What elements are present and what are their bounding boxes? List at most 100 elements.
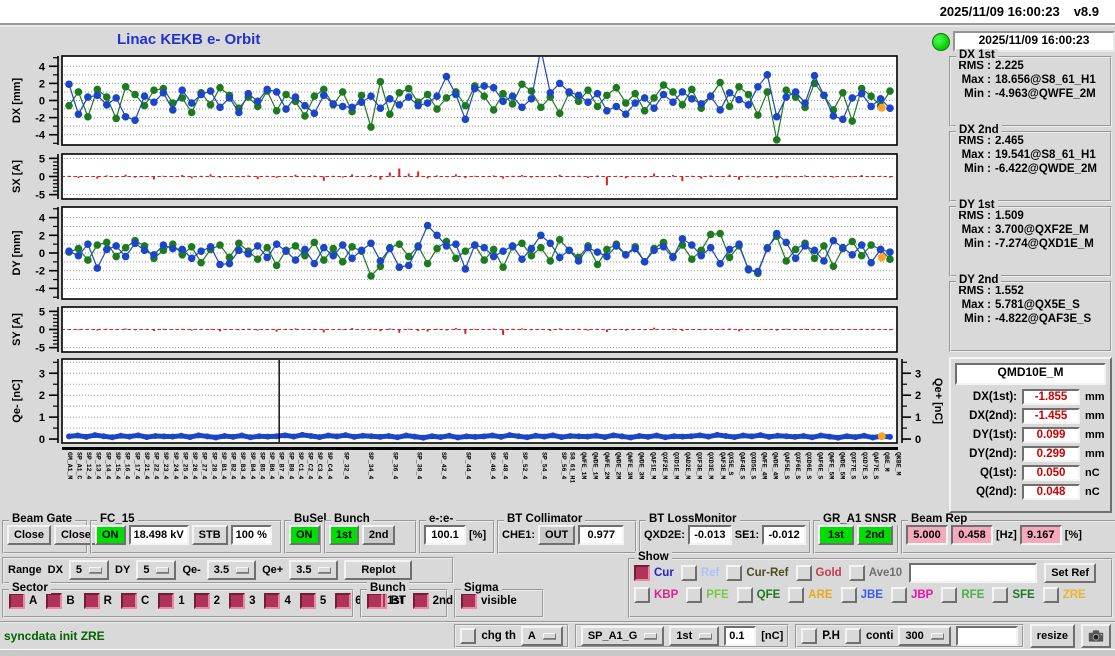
range-dx-label: DX (47, 564, 63, 576)
dx1-label: DX(1st): (972, 391, 1017, 403)
bunch-1st-label: 1st (387, 595, 404, 607)
screenshot-button[interactable] (1081, 624, 1111, 648)
show-Ave10-checkbox[interactable] (848, 565, 865, 581)
bpm-label: QAF5E_S (782, 452, 790, 480)
points-select[interactable]: 300 (898, 626, 951, 646)
range-qep-label: Qe+ (262, 564, 284, 576)
window-bottom-edge (0, 649, 1115, 656)
threshold-input[interactable] (724, 626, 757, 646)
min-label: Min : (964, 238, 991, 250)
gr-a1-1st-button[interactable]: 1st (818, 525, 854, 545)
bpm-label: QAF1E_M (649, 452, 657, 480)
show-RFE-checkbox[interactable] (941, 587, 958, 603)
extra-input[interactable] (955, 626, 1018, 646)
show-Cur-checkbox[interactable] (634, 565, 650, 581)
sp-select[interactable]: SP_A1_G (580, 626, 665, 646)
dy-plot[interactable]: 4 2 0 -2 -4 DY [mm] (0, 205, 945, 307)
show-QFE-checkbox[interactable] (736, 587, 753, 603)
beam-gate-close-button-1[interactable]: Close (7, 525, 51, 545)
bpm-label: SP_26_4 (191, 452, 199, 480)
show-Gold-checkbox[interactable] (795, 565, 812, 581)
bunch-2nd-button[interactable]: 2nd (361, 525, 396, 545)
chg-th-select[interactable]: A (520, 626, 563, 646)
svg-text:Qe- [nC]: Qe- [nC] (11, 379, 23, 423)
range-dy-select[interactable]: 5 (136, 560, 177, 580)
sx-plot[interactable]: 5 0 -5 SX [A] (0, 152, 945, 207)
q2-label: Q(2nd): (976, 486, 1017, 498)
option-menu-icon (156, 567, 170, 573)
qe-plot[interactable]: 3 2 1 0 Qe- [nC] 3 2 1 0 Qe+ [nC] (0, 357, 945, 451)
option-menu-icon (542, 633, 556, 639)
bpm-label: QXD3E_M (707, 452, 715, 480)
stats-dx-2nd: DX 2nd RMS : 2.465 Max : 19.541@S8_61_H1 M… (949, 124, 1112, 202)
bpm-label: SP_23_4 (162, 452, 170, 480)
show-PFE-label: PFE (706, 589, 729, 601)
che1-out-button[interactable]: OUT (538, 525, 576, 545)
conti-checkbox[interactable] (844, 628, 861, 644)
show-Ref-checkbox[interactable] (680, 565, 697, 581)
show-SFE-checkbox[interactable] (992, 587, 1009, 603)
bpm-label: QWFE_5M (827, 452, 835, 480)
sp-bunch-select[interactable]: 1st (669, 626, 720, 646)
sector-6-checkbox[interactable] (335, 593, 352, 609)
max-value: 3.700@QXF2E_M (995, 224, 1089, 236)
show-Cur-Ref-checkbox[interactable] (726, 565, 743, 581)
bpm-label: SP_C1_4 (296, 452, 304, 480)
bpm-label: SP_C3_4 (316, 452, 324, 480)
bunch-2nd-checkbox[interactable] (412, 593, 429, 609)
gr-a1-2nd-button[interactable]: 2nd (857, 525, 893, 545)
show-QFE-item: QFE (736, 587, 780, 603)
sy-plot[interactable]: 5 0 -5 SY [A] (0, 305, 945, 360)
q1-unit: nC (1085, 467, 1100, 479)
range-dx-select[interactable]: 5 (68, 560, 110, 580)
set-ref-button[interactable]: Set Ref (1044, 563, 1097, 583)
bpm-label: S8_61_H1 (568, 452, 576, 484)
bpm-label: SP_13_4 (94, 452, 102, 480)
sector-5-checkbox[interactable] (299, 593, 316, 609)
sigma-visible-checkbox[interactable] (461, 593, 477, 609)
beam-rep-label: Beam Rep (908, 513, 971, 525)
show-ZRE-checkbox[interactable] (1042, 587, 1059, 603)
range-qep-select[interactable]: 3.5 (289, 560, 339, 580)
show-JBE-label: JBE (860, 589, 883, 601)
show-row1: Cur Ref Cur-Ref Gold Ave10 (634, 565, 902, 581)
sector-2-checkbox[interactable] (193, 593, 210, 609)
svg-text:4: 4 (39, 213, 46, 225)
show-JBP-checkbox[interactable] (890, 587, 907, 603)
bpm-label: SP_C4_4 (325, 452, 333, 480)
option-menu-icon (930, 633, 944, 639)
ph-label: P.H (822, 630, 840, 642)
sector-C-checkbox[interactable] (120, 593, 137, 609)
show-Ref-label: Ref (700, 567, 720, 579)
busel-on-button[interactable]: ON (289, 525, 320, 545)
bunch-select-group: Bunch 1st 2nd (324, 513, 417, 554)
bpm-label: SP_46_4 (488, 452, 496, 480)
dx-plot[interactable]: 4 2 0 -2 -4 DX [mm] (0, 54, 945, 153)
sector-1-checkbox[interactable] (158, 593, 175, 609)
show-PFE-checkbox[interactable] (686, 587, 703, 603)
show-ARE-checkbox[interactable] (788, 587, 805, 603)
ref-name-input[interactable] (909, 563, 1038, 583)
sector-4-checkbox[interactable] (264, 593, 281, 609)
resize-button[interactable]: resize (1029, 624, 1075, 648)
fc15-on-button[interactable]: ON (95, 525, 126, 545)
range-label: Range (8, 564, 42, 576)
bpm-label: QAD2E_M (684, 452, 692, 480)
sector-B-checkbox[interactable] (46, 593, 63, 609)
show-KBP-checkbox[interactable] (634, 587, 650, 603)
chg-th-checkbox[interactable] (460, 628, 477, 644)
fc15-stb-button[interactable]: STB (191, 525, 228, 545)
bpm-label: SP_28_4 (210, 452, 218, 480)
bunch-1st-button[interactable]: 1st (329, 525, 359, 545)
replot-button[interactable]: Replot (344, 560, 413, 580)
show-JBE-checkbox[interactable] (840, 587, 857, 603)
range-qem-select[interactable]: 3.5 (206, 560, 257, 580)
bunch-1st-checkbox[interactable] (367, 593, 383, 609)
ph-checkbox[interactable] (801, 628, 818, 644)
sector-R-checkbox[interactable] (83, 593, 100, 609)
sector-A-checkbox[interactable] (9, 593, 25, 609)
beam-rep-pct-unit: [%] (1064, 529, 1082, 541)
bpm-label: SP_B5_4 (258, 452, 266, 480)
svg-text:SX [A]: SX [A] (11, 160, 23, 193)
sector-3-checkbox[interactable] (229, 593, 246, 609)
